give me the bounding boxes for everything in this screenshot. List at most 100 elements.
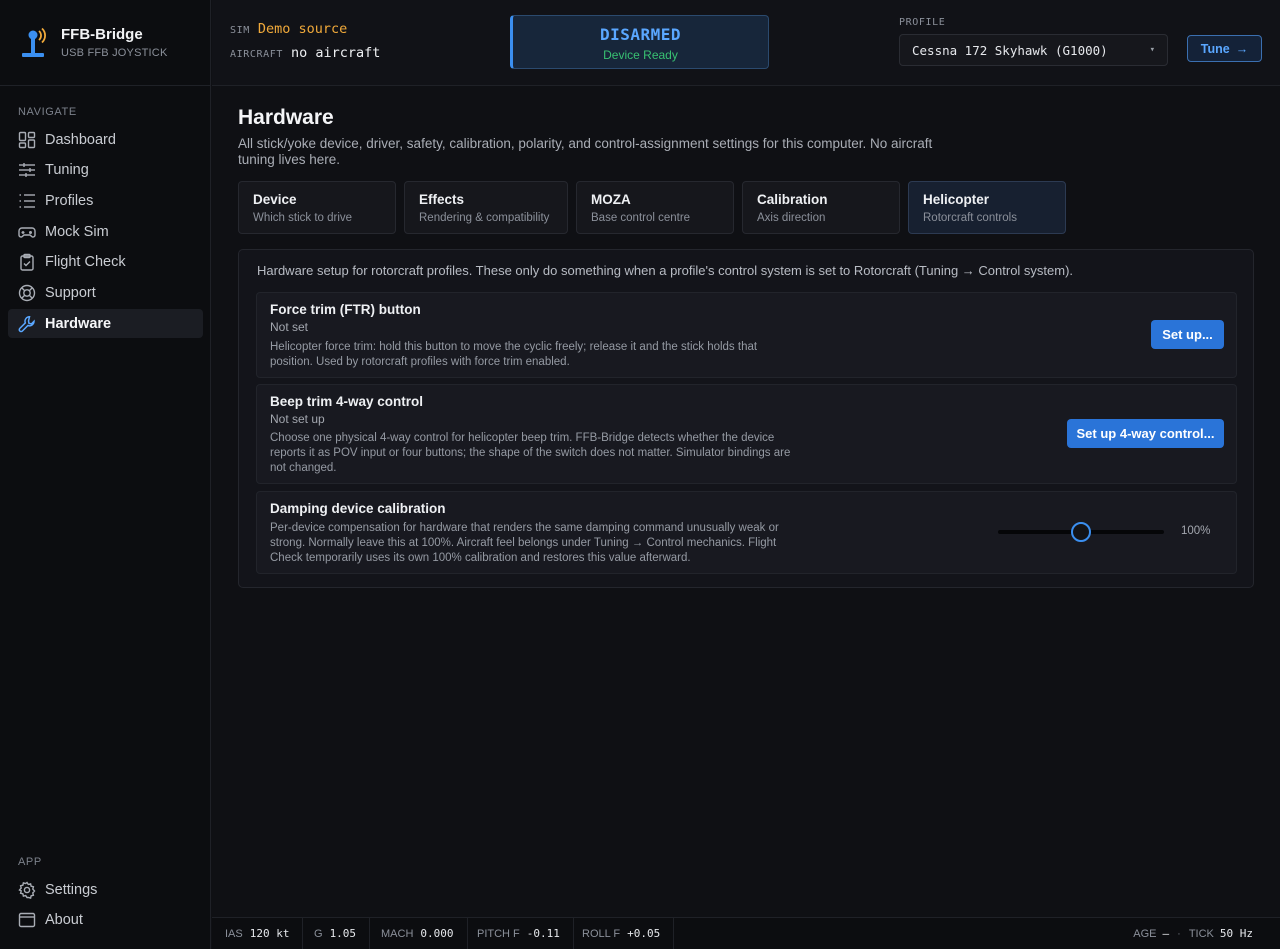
- tab-title: MOZA: [591, 192, 631, 207]
- tab-subtitle: Axis direction: [757, 212, 826, 224]
- arrow-right-icon: →: [1235, 41, 1249, 56]
- force-trim-setup-button[interactable]: Set up...: [1151, 320, 1224, 349]
- stat-label: G: [314, 927, 323, 940]
- force-trim-card: Force trim (FTR) button Not set Helicopt…: [256, 292, 1237, 378]
- tab-subtitle: Rotorcraft controls: [923, 212, 1017, 224]
- tab-calibration[interactable]: Calibration Axis direction: [742, 181, 900, 234]
- stat-value: 0.000: [420, 927, 454, 940]
- stat-mach: MACH 0.000: [368, 918, 468, 949]
- arm-state: DISARMED: [599, 25, 682, 44]
- gamepad-icon: [18, 226, 36, 238]
- tab-effects[interactable]: Effects Rendering & compatibility: [404, 181, 568, 234]
- gear-icon: [18, 880, 36, 899]
- stat-label: ROLL F: [582, 927, 621, 940]
- lifebuoy-icon: [18, 284, 36, 301]
- status-bar: IAS 120 kt G 1.05 MACH 0.000 PITCH F -0.…: [212, 917, 1280, 949]
- aircraft-readout: AIRCRAFT no aircraft: [230, 45, 380, 61]
- helicopter-panel: Hardware setup for rotorcraft profiles. …: [238, 249, 1254, 588]
- sliders-icon: [19, 162, 35, 177]
- sidebar-item-flight-check[interactable]: Flight Check: [8, 247, 203, 276]
- joystick-logo-icon: [22, 27, 46, 57]
- sidebar-item-label: Mock Sim: [45, 223, 109, 240]
- stat-value: 50 Hz: [1219, 927, 1253, 940]
- top-bar: SIM Demo source AIRCRAFT no aircraft DIS…: [212, 0, 1280, 86]
- stat-label: PITCH F: [477, 927, 520, 940]
- hardware-tabs: Device Which stick to drive Effects Rend…: [238, 181, 1066, 234]
- stat-value: 1.05: [329, 927, 357, 940]
- tab-helicopter[interactable]: Helicopter Rotorcraft controls: [908, 181, 1066, 234]
- profile-label: PROFILE: [899, 17, 946, 28]
- sidebar-item-about[interactable]: About: [8, 905, 203, 934]
- card-title: Force trim (FTR) button: [270, 302, 421, 317]
- wrench-icon: [18, 315, 35, 332]
- stat-label: IAS: [225, 927, 243, 940]
- page-title: Hardware: [238, 106, 334, 129]
- stat-pitch: PITCH F -0.11: [464, 918, 574, 949]
- tab-subtitle: Base control centre: [591, 212, 691, 224]
- tab-title: Device: [253, 192, 297, 207]
- stat-value: +0.05: [627, 927, 661, 940]
- tab-device[interactable]: Device Which stick to drive: [238, 181, 396, 234]
- sidebar-item-label: Hardware: [45, 315, 112, 332]
- stat-value: -0.11: [526, 927, 560, 940]
- profile-value: Cessna 172 Skyhawk (G1000): [912, 42, 1108, 58]
- main-content: Hardware All stick/yoke device, driver, …: [212, 87, 1280, 917]
- list-icon: [19, 193, 35, 208]
- nav-heading: NAVIGATE: [18, 106, 77, 118]
- stat-label: AGE: [1133, 927, 1157, 940]
- brand-subtitle: USB FFB JOYSTICK: [61, 47, 168, 59]
- profile-select[interactable]: Cessna 172 Skyhawk (G1000) ▾: [899, 34, 1168, 66]
- tune-button-label: Tune: [1200, 41, 1230, 56]
- sidebar-item-label: Profiles: [45, 192, 94, 209]
- tab-subtitle: Rendering & compatibility: [419, 212, 550, 224]
- stat-label: TICK: [1188, 927, 1214, 940]
- sidebar-item-hardware[interactable]: Hardware: [8, 309, 203, 338]
- sidebar-item-support[interactable]: Support: [8, 278, 203, 307]
- beep-trim-card: Beep trim 4-way control Not set up Choos…: [256, 384, 1237, 484]
- card-title: Beep trim 4-way control: [270, 394, 424, 409]
- sidebar-item-label: Flight Check: [45, 253, 126, 270]
- tab-title: Effects: [419, 192, 465, 207]
- aircraft-label: AIRCRAFT: [230, 49, 283, 60]
- damping-value: 100%: [1181, 525, 1211, 537]
- brand-name: FFB-Bridge: [61, 26, 143, 43]
- chevron-down-icon: ▾: [1149, 45, 1155, 55]
- damping-slider-thumb[interactable]: [1071, 522, 1091, 542]
- tune-button[interactable]: Tune →: [1187, 35, 1262, 62]
- card-status: Not set: [270, 320, 309, 334]
- sidebar: FFB-Bridge USB FFB JOYSTICK NAVIGATE Das…: [0, 0, 211, 949]
- stat-value: —: [1162, 927, 1170, 940]
- tab-subtitle: Which stick to drive: [253, 212, 353, 224]
- sidebar-item-label: Support: [45, 284, 96, 301]
- sidebar-item-label: Tuning: [45, 161, 89, 178]
- stat-right-group: AGE — · TICK 50 Hz: [1133, 918, 1253, 949]
- stat-label: MACH: [381, 927, 414, 940]
- damping-calibration-card: Damping device calibration Per-device co…: [256, 491, 1237, 574]
- window-icon: [18, 912, 36, 927]
- sidebar-item-tuning[interactable]: Tuning: [8, 155, 203, 184]
- aircraft-value: no aircraft: [290, 45, 381, 61]
- sidebar-item-settings[interactable]: Settings: [8, 875, 203, 904]
- arm-status-indicator[interactable]: DISARMED Device Ready: [510, 15, 769, 69]
- sim-value: Demo source: [257, 21, 348, 37]
- tab-moza[interactable]: MOZA Base control centre: [576, 181, 734, 234]
- clipboard-check-icon: [20, 253, 34, 271]
- beep-trim-setup-button[interactable]: Set up 4-way control...: [1067, 419, 1224, 448]
- card-description: Helicopter force trim: hold this button …: [270, 341, 758, 368]
- brand: FFB-Bridge USB FFB JOYSTICK: [0, 0, 210, 86]
- dashboard-icon: [18, 131, 36, 148]
- sidebar-item-label: Dashboard: [45, 131, 116, 148]
- card-description: Choose one physical 4-way control for he…: [270, 432, 791, 474]
- sim-readout: SIM Demo source: [230, 21, 347, 37]
- tab-title: Calibration: [757, 192, 828, 207]
- sidebar-item-profiles[interactable]: Profiles: [8, 186, 203, 215]
- sidebar-item-mock-sim[interactable]: Mock Sim: [8, 217, 203, 246]
- sidebar-item-dashboard[interactable]: Dashboard: [8, 125, 203, 154]
- stat-ias: IAS 120 kt: [212, 918, 304, 949]
- card-title: Damping device calibration: [270, 501, 446, 516]
- stat-g: G 1.05: [301, 918, 371, 949]
- card-status: Not set up: [270, 412, 325, 426]
- separator-dot: ·: [1177, 927, 1181, 940]
- sidebar-item-label: Settings: [45, 881, 98, 898]
- stat-value: 120 kt: [249, 927, 290, 940]
